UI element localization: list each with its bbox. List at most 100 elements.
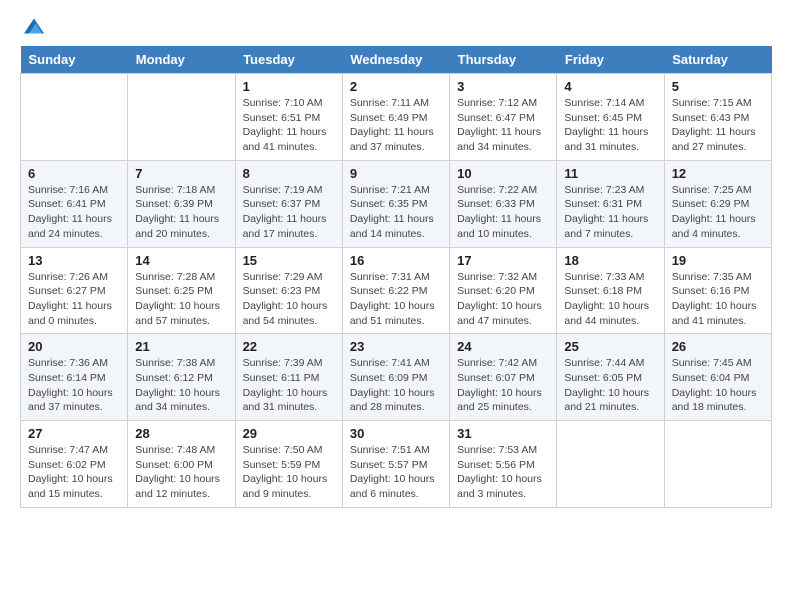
day-number: 31 [457, 426, 549, 441]
calendar-cell: 6 Sunrise: 7:16 AM Sunset: 6:41 PM Daylig… [21, 160, 128, 247]
calendar-cell: 18 Sunrise: 7:33 AM Sunset: 6:18 PM Dayli… [557, 247, 664, 334]
calendar-cell: 5 Sunrise: 7:15 AM Sunset: 6:43 PM Daylig… [664, 74, 771, 161]
day-info: Sunrise: 7:31 AM Sunset: 6:22 PM Dayligh… [350, 271, 435, 327]
day-number: 26 [672, 339, 764, 354]
day-number: 11 [564, 166, 656, 181]
day-info: Sunrise: 7:11 AM Sunset: 6:49 PM Dayligh… [350, 97, 434, 153]
day-info: Sunrise: 7:10 AM Sunset: 6:51 PM Dayligh… [243, 97, 327, 153]
day-number: 19 [672, 253, 764, 268]
calendar-cell: 13 Sunrise: 7:26 AM Sunset: 6:27 PM Dayli… [21, 247, 128, 334]
calendar-cell [557, 421, 664, 508]
calendar-cell: 23 Sunrise: 7:41 AM Sunset: 6:09 PM Dayli… [342, 334, 449, 421]
day-info: Sunrise: 7:28 AM Sunset: 6:25 PM Dayligh… [135, 271, 220, 327]
day-number: 10 [457, 166, 549, 181]
day-number: 18 [564, 253, 656, 268]
day-number: 2 [350, 79, 442, 94]
day-number: 12 [672, 166, 764, 181]
calendar-cell: 24Sunrise: 7:42 AM Sunset: 6:07 PM Dayli… [450, 334, 557, 421]
logo [20, 16, 44, 36]
col-header-wednesday: Wednesday [342, 46, 449, 74]
col-header-sunday: Sunday [21, 46, 128, 74]
day-info: Sunrise: 7:16 AM Sunset: 6:41 PM Dayligh… [28, 184, 112, 240]
day-number: 27 [28, 426, 120, 441]
calendar-cell: 12Sunrise: 7:25 AM Sunset: 6:29 PM Dayli… [664, 160, 771, 247]
day-number: 21 [135, 339, 227, 354]
day-number: 3 [457, 79, 549, 94]
day-number: 28 [135, 426, 227, 441]
day-info: Sunrise: 7:48 AM Sunset: 6:00 PM Dayligh… [135, 444, 220, 500]
calendar-cell: 21 Sunrise: 7:38 AM Sunset: 6:12 PM Dayli… [128, 334, 235, 421]
col-header-monday: Monday [128, 46, 235, 74]
calendar-header-row: SundayMondayTuesdayWednesdayThursdayFrid… [21, 46, 772, 74]
day-number: 30 [350, 426, 442, 441]
day-number: 22 [243, 339, 335, 354]
day-info: Sunrise: 7:53 AM Sunset: 5:56 PM Dayligh… [457, 444, 542, 500]
day-info: Sunrise: 7:18 AM Sunset: 6:39 PM Dayligh… [135, 184, 219, 240]
calendar-cell: 16 Sunrise: 7:31 AM Sunset: 6:22 PM Dayli… [342, 247, 449, 334]
day-info: Sunrise: 7:50 AM Sunset: 5:59 PM Dayligh… [243, 444, 328, 500]
day-info: Sunrise: 7:41 AM Sunset: 6:09 PM Dayligh… [350, 357, 435, 413]
day-number: 24 [457, 339, 549, 354]
calendar-cell: 3 Sunrise: 7:12 AM Sunset: 6:47 PM Daylig… [450, 74, 557, 161]
day-number: 13 [28, 253, 120, 268]
day-number: 20 [28, 339, 120, 354]
calendar-cell: 7Sunrise: 7:18 AM Sunset: 6:39 PM Daylig… [128, 160, 235, 247]
day-number: 15 [243, 253, 335, 268]
day-number: 23 [350, 339, 442, 354]
col-header-saturday: Saturday [664, 46, 771, 74]
day-info: Sunrise: 7:39 AM Sunset: 6:11 PM Dayligh… [243, 357, 328, 413]
day-info: Sunrise: 7:19 AM Sunset: 6:37 PM Dayligh… [243, 184, 327, 240]
calendar-cell: 10 Sunrise: 7:22 AM Sunset: 6:33 PM Dayli… [450, 160, 557, 247]
day-info: Sunrise: 7:44 AM Sunset: 6:05 PM Dayligh… [564, 357, 649, 413]
calendar-cell [21, 74, 128, 161]
calendar-cell: 17Sunrise: 7:32 AM Sunset: 6:20 PM Dayli… [450, 247, 557, 334]
day-number: 9 [350, 166, 442, 181]
calendar-cell: 9 Sunrise: 7:21 AM Sunset: 6:35 PM Daylig… [342, 160, 449, 247]
calendar-cell: 25 Sunrise: 7:44 AM Sunset: 6:05 PM Dayli… [557, 334, 664, 421]
calendar-week-4: 20Sunrise: 7:36 AM Sunset: 6:14 PM Dayli… [21, 334, 772, 421]
calendar-week-5: 27 Sunrise: 7:47 AM Sunset: 6:02 PM Dayli… [21, 421, 772, 508]
col-header-tuesday: Tuesday [235, 46, 342, 74]
day-info: Sunrise: 7:26 AM Sunset: 6:27 PM Dayligh… [28, 271, 112, 327]
day-info: Sunrise: 7:22 AM Sunset: 6:33 PM Dayligh… [457, 184, 541, 240]
calendar-cell: 28 Sunrise: 7:48 AM Sunset: 6:00 PM Dayli… [128, 421, 235, 508]
calendar-cell: 29 Sunrise: 7:50 AM Sunset: 5:59 PM Dayli… [235, 421, 342, 508]
day-number: 29 [243, 426, 335, 441]
calendar-week-1: 1 Sunrise: 7:10 AM Sunset: 6:51 PM Daylig… [21, 74, 772, 161]
day-number: 25 [564, 339, 656, 354]
calendar-cell: 26 Sunrise: 7:45 AM Sunset: 6:04 PM Dayli… [664, 334, 771, 421]
day-info: Sunrise: 7:14 AM Sunset: 6:45 PM Dayligh… [564, 97, 648, 153]
day-info: Sunrise: 7:32 AM Sunset: 6:20 PM Dayligh… [457, 271, 542, 327]
calendar-week-3: 13 Sunrise: 7:26 AM Sunset: 6:27 PM Dayli… [21, 247, 772, 334]
day-info: Sunrise: 7:15 AM Sunset: 6:43 PM Dayligh… [672, 97, 756, 153]
col-header-thursday: Thursday [450, 46, 557, 74]
calendar-cell: 22 Sunrise: 7:39 AM Sunset: 6:11 PM Dayli… [235, 334, 342, 421]
day-number: 4 [564, 79, 656, 94]
day-info: Sunrise: 7:29 AM Sunset: 6:23 PM Dayligh… [243, 271, 328, 327]
day-info: Sunrise: 7:21 AM Sunset: 6:35 PM Dayligh… [350, 184, 434, 240]
day-info: Sunrise: 7:33 AM Sunset: 6:18 PM Dayligh… [564, 271, 649, 327]
day-number: 16 [350, 253, 442, 268]
day-info: Sunrise: 7:23 AM Sunset: 6:31 PM Dayligh… [564, 184, 648, 240]
day-number: 6 [28, 166, 120, 181]
day-number: 1 [243, 79, 335, 94]
day-info: Sunrise: 7:12 AM Sunset: 6:47 PM Dayligh… [457, 97, 541, 153]
calendar-week-2: 6 Sunrise: 7:16 AM Sunset: 6:41 PM Daylig… [21, 160, 772, 247]
calendar-cell [664, 421, 771, 508]
calendar-cell: 27 Sunrise: 7:47 AM Sunset: 6:02 PM Dayli… [21, 421, 128, 508]
calendar-cell: 14Sunrise: 7:28 AM Sunset: 6:25 PM Dayli… [128, 247, 235, 334]
calendar-cell: 20Sunrise: 7:36 AM Sunset: 6:14 PM Dayli… [21, 334, 128, 421]
col-header-friday: Friday [557, 46, 664, 74]
calendar-cell: 15 Sunrise: 7:29 AM Sunset: 6:23 PM Dayli… [235, 247, 342, 334]
page-header [20, 16, 772, 36]
day-info: Sunrise: 7:38 AM Sunset: 6:12 PM Dayligh… [135, 357, 220, 413]
calendar-table: SundayMondayTuesdayWednesdayThursdayFrid… [20, 46, 772, 508]
logo-icon [24, 16, 44, 36]
day-info: Sunrise: 7:47 AM Sunset: 6:02 PM Dayligh… [28, 444, 113, 500]
day-number: 5 [672, 79, 764, 94]
calendar-cell: 2 Sunrise: 7:11 AM Sunset: 6:49 PM Daylig… [342, 74, 449, 161]
calendar-cell [128, 74, 235, 161]
calendar-cell: 11 Sunrise: 7:23 AM Sunset: 6:31 PM Dayli… [557, 160, 664, 247]
day-info: Sunrise: 7:51 AM Sunset: 5:57 PM Dayligh… [350, 444, 435, 500]
day-info: Sunrise: 7:45 AM Sunset: 6:04 PM Dayligh… [672, 357, 757, 413]
